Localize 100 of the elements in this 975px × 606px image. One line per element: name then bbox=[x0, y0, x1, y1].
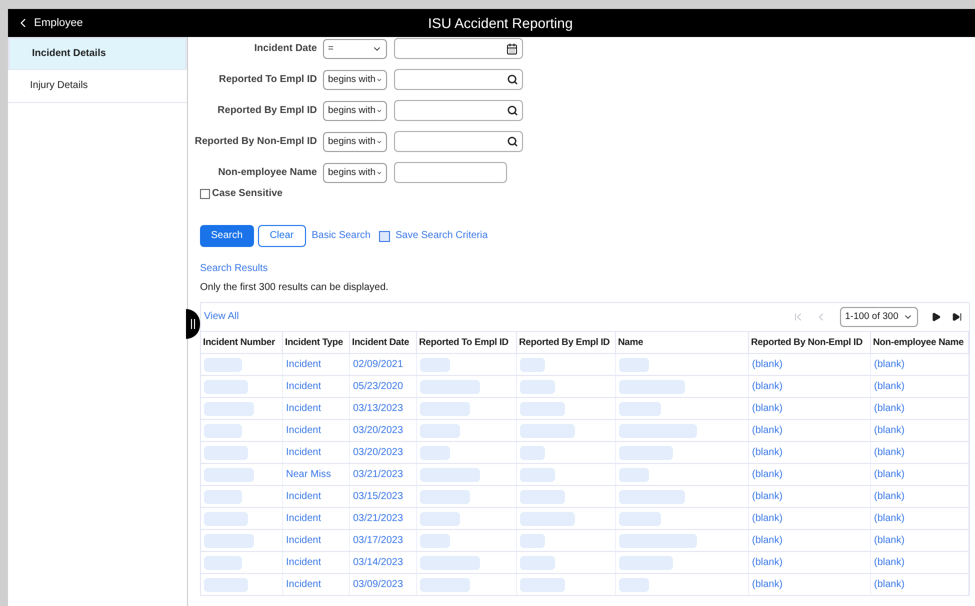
table-cell-link[interactable]: 02/09/2021 bbox=[353, 358, 404, 370]
view-all-link[interactable]: View All bbox=[204, 311, 239, 323]
table-cell-link[interactable]: (blank) bbox=[874, 512, 905, 524]
table-cell-link[interactable]: (blank) bbox=[752, 402, 783, 414]
basic-search-link[interactable]: Basic Search bbox=[312, 230, 371, 242]
table-cell-link[interactable]: 03/20/2023 bbox=[353, 424, 404, 436]
column-header: Reported By Empl ID bbox=[519, 336, 610, 348]
table-cell-link[interactable]: (blank) bbox=[874, 358, 905, 370]
input-field[interactable] bbox=[394, 131, 523, 152]
table-cell-link[interactable]: 03/15/2023 bbox=[353, 490, 404, 502]
table-cell-link[interactable]: 03/13/2023 bbox=[353, 402, 404, 414]
table-cell-link[interactable]: Incident bbox=[286, 534, 322, 546]
blurred-text bbox=[520, 446, 545, 460]
blurred-text bbox=[520, 402, 565, 416]
drag-handle-icon[interactable] bbox=[186, 309, 200, 339]
table-cell-link[interactable]: (blank) bbox=[752, 512, 783, 524]
table-cell-link[interactable]: (blank) bbox=[752, 578, 783, 590]
blurred-text bbox=[520, 512, 575, 526]
table-cell-link[interactable]: (blank) bbox=[752, 358, 783, 370]
table-cell-link[interactable]: Incident bbox=[286, 424, 322, 436]
table-cell-link[interactable]: (blank) bbox=[874, 556, 905, 568]
blurred-text bbox=[420, 512, 460, 526]
table-cell-link[interactable]: Incident bbox=[286, 358, 322, 370]
table-cell-link[interactable]: Incident bbox=[286, 512, 322, 524]
blurred-text bbox=[204, 556, 242, 570]
table-cell-link[interactable]: (blank) bbox=[874, 534, 905, 546]
input-field[interactable] bbox=[394, 38, 523, 59]
table-cell-link[interactable]: (blank) bbox=[752, 490, 783, 502]
column-header: Reported To Empl ID bbox=[419, 336, 508, 348]
operator-dropdown[interactable]: = bbox=[323, 38, 387, 58]
table-cell-link[interactable]: (blank) bbox=[874, 578, 905, 590]
table-cell-link[interactable]: Incident bbox=[286, 490, 322, 502]
table-cell-link[interactable]: 03/17/2023 bbox=[353, 534, 404, 546]
save-criteria-link[interactable]: Save Search Criteria bbox=[396, 230, 488, 242]
sidebar-item[interactable]: Injury Details bbox=[8, 70, 187, 103]
table-cell-link[interactable]: (blank) bbox=[874, 446, 905, 458]
blurred-text bbox=[420, 534, 450, 548]
blurred-text bbox=[619, 490, 685, 504]
section-title: Search Results bbox=[200, 263, 269, 275]
table-cell-link[interactable]: (blank) bbox=[752, 534, 783, 546]
blurred-text bbox=[520, 556, 555, 570]
blurred-text bbox=[619, 578, 649, 592]
blurred-text bbox=[520, 578, 565, 592]
input-field[interactable] bbox=[394, 69, 523, 90]
blurred-text bbox=[619, 402, 661, 416]
sidebar-item[interactable]: Incident Details bbox=[8, 37, 187, 70]
blurred-text bbox=[619, 468, 649, 482]
table-cell-link[interactable]: 03/20/2023 bbox=[353, 446, 404, 458]
input-field[interactable] bbox=[394, 100, 523, 121]
table-cell-link[interactable]: Incident bbox=[286, 578, 322, 590]
table-cell-link[interactable]: (blank) bbox=[752, 446, 783, 458]
table-cell-link[interactable]: (blank) bbox=[752, 556, 783, 568]
table-cell-link[interactable]: 03/14/2023 bbox=[353, 556, 404, 568]
blurred-text bbox=[204, 446, 248, 460]
blurred-text bbox=[619, 358, 649, 372]
table-cell-link[interactable]: 05/23/2020 bbox=[353, 380, 404, 392]
table-cell-link[interactable]: (blank) bbox=[752, 468, 783, 480]
operator-dropdown[interactable]: begins with bbox=[323, 162, 387, 182]
table-cell-link[interactable]: (blank) bbox=[752, 380, 783, 392]
blurred-text bbox=[204, 534, 254, 548]
operator-dropdown[interactable]: begins with bbox=[323, 132, 387, 152]
table-cell-link[interactable]: 03/21/2023 bbox=[353, 512, 404, 524]
table-cell-link[interactable]: (blank) bbox=[874, 402, 905, 414]
table-cell-link[interactable]: (blank) bbox=[874, 468, 905, 480]
blurred-text bbox=[420, 490, 470, 504]
table-cell-link[interactable]: (blank) bbox=[874, 490, 905, 502]
table-cell-link[interactable]: 03/09/2023 bbox=[353, 578, 404, 590]
blurred-text bbox=[420, 358, 450, 372]
table-cell-link[interactable]: Near Miss bbox=[286, 468, 332, 480]
table-cell-link[interactable]: (blank) bbox=[874, 424, 905, 436]
field-label: Incident Date bbox=[253, 42, 317, 54]
blurred-text bbox=[420, 468, 480, 482]
table-cell-link[interactable]: Incident bbox=[286, 556, 322, 568]
blurred-text bbox=[619, 380, 685, 394]
blurred-text bbox=[204, 578, 248, 592]
operator-dropdown[interactable]: begins with bbox=[323, 100, 387, 120]
search-button[interactable]: Search bbox=[200, 225, 254, 247]
page-range-dropdown[interactable]: 1-100 of 300 bbox=[840, 307, 918, 327]
blurred-text bbox=[204, 512, 248, 526]
blurred-text bbox=[520, 424, 575, 438]
blurred-text bbox=[520, 490, 565, 504]
checkbox[interactable] bbox=[200, 189, 210, 199]
operator-dropdown[interactable]: begins with bbox=[323, 70, 387, 90]
table-cell-link[interactable]: Incident bbox=[286, 446, 322, 458]
blurred-text bbox=[619, 446, 673, 460]
table-cell-link[interactable]: Incident bbox=[286, 402, 322, 414]
column-header: Non-employee Name bbox=[873, 336, 964, 348]
clear-button[interactable]: Clear bbox=[258, 225, 306, 247]
table-cell-link[interactable]: Incident bbox=[286, 380, 322, 392]
back-button[interactable]: Employee bbox=[8, 16, 83, 30]
checkbox-label: Case Sensitive bbox=[212, 188, 283, 200]
blurred-text bbox=[420, 556, 480, 570]
blurred-text bbox=[204, 424, 242, 438]
table-cell-link[interactable]: (blank) bbox=[752, 424, 783, 436]
blurred-text bbox=[520, 380, 555, 394]
column-header: Reported By Non-Empl ID bbox=[751, 336, 863, 348]
column-header: Name bbox=[618, 336, 644, 348]
table-cell-link[interactable]: (blank) bbox=[874, 380, 905, 392]
table-cell-link[interactable]: 03/21/2023 bbox=[353, 468, 404, 480]
input-field[interactable] bbox=[394, 162, 507, 183]
